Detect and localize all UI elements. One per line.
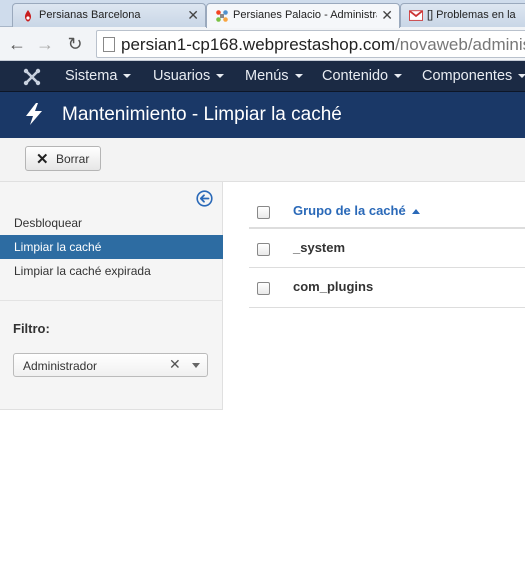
caret-down-icon [123, 74, 132, 79]
menu-componentes[interactable]: Componentes [422, 68, 525, 84]
filter-select[interactable]: Administrador ✕ [13, 353, 208, 377]
page-header: Mantenimiento - Limpiar la caché [0, 92, 525, 138]
sidebar-item-limpiar-cache[interactable]: Limpiar la caché [0, 235, 223, 259]
browser-toolbar: ← → ↻ persian1-cp168.webprestashop.com/n… [0, 27, 525, 61]
close-tab-icon[interactable]: ✕ [381, 7, 393, 24]
browser-tab-gmail[interactable]: [] Problemas en la pl [400, 3, 525, 27]
cache-group-name: _system [293, 240, 346, 255]
dropdown-arrow-icon[interactable] [192, 363, 200, 368]
back-arrow-icon[interactable]: ← [6, 33, 28, 55]
table-header-row: Grupo de la caché [249, 192, 525, 228]
filter-label: Filtro: [13, 321, 50, 336]
collapse-sidebar-icon[interactable] [196, 190, 213, 207]
reload-icon[interactable]: ↻ [64, 33, 86, 55]
gmail-favicon-icon [409, 10, 423, 21]
sidebar-item-limpiar-cache-expirada[interactable]: Limpiar la caché expirada [0, 259, 223, 283]
menu-contenido[interactable]: Contenido [322, 68, 403, 84]
caret-down-icon [216, 74, 225, 79]
cache-table: Grupo de la caché _system com_plugins [249, 182, 525, 312]
column-header-grupo[interactable]: Grupo de la caché [293, 203, 420, 218]
row-checkbox[interactable] [257, 282, 270, 295]
forward-arrow-icon[interactable]: → [34, 33, 56, 55]
delete-x-icon: ✕ [36, 151, 49, 168]
admin-top-menu: Sistema Usuarios Menús Contenido Compone… [0, 61, 525, 92]
sort-ascending-icon [411, 209, 420, 215]
tab-title: Persianes Palacio - Administra [233, 9, 377, 21]
browser-tab-strip: Persianas Barcelona ✕ Persianes Palacio … [0, 0, 525, 28]
select-all-checkbox[interactable] [257, 206, 270, 219]
browser-tab-persianes-palacio[interactable]: Persianes Palacio - Administra ✕ [206, 3, 400, 28]
menu-usuarios[interactable]: Usuarios [153, 68, 225, 84]
page-icon [103, 37, 115, 52]
sidebar-divider [0, 300, 223, 301]
table-row: _system [249, 228, 525, 268]
address-bar[interactable]: persian1-cp168.webprestashop.com/novaweb… [96, 30, 525, 58]
borrar-button[interactable]: ✕ Borrar [25, 146, 101, 171]
action-toolbar: ✕ Borrar [0, 138, 525, 182]
page-title: Mantenimiento - Limpiar la caché [62, 104, 342, 125]
caret-down-icon [518, 74, 525, 79]
cache-group-name: com_plugins [293, 279, 374, 294]
row-checkbox[interactable] [257, 243, 270, 256]
clear-selection-icon[interactable]: ✕ [169, 356, 181, 373]
filter-selected-value: Administrador [23, 359, 98, 373]
menu-menus[interactable]: Menús [245, 68, 303, 84]
borrar-label: Borrar [56, 152, 90, 166]
menu-sistema[interactable]: Sistema [65, 68, 132, 84]
caret-down-icon [394, 74, 403, 79]
url-text: persian1-cp168.webprestashop.com/novaweb… [121, 35, 525, 54]
sidebar-item-desbloquear[interactable]: Desbloquear [0, 211, 223, 235]
joomla-logo-icon[interactable] [22, 67, 42, 87]
persianas-favicon-icon [24, 10, 32, 22]
joomla-favicon-icon [216, 10, 228, 22]
tab-title: Persianas Barcelona [39, 9, 141, 21]
browser-tab-persianas[interactable]: Persianas Barcelona ✕ [12, 3, 206, 27]
caret-down-icon [294, 74, 303, 79]
sidebar: Desbloquear Limpiar la caché Limpiar la … [0, 182, 223, 410]
close-tab-icon[interactable]: ✕ [187, 7, 199, 24]
lightning-bolt-icon [26, 103, 42, 125]
tab-title: [] Problemas en la pl [427, 9, 517, 21]
table-row: com_plugins [249, 268, 525, 308]
